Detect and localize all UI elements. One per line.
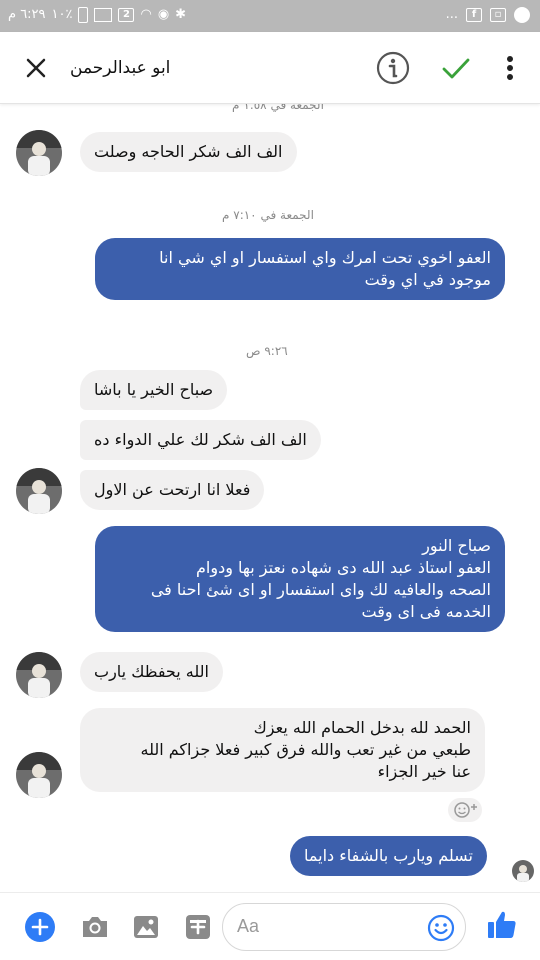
message-input-container[interactable] [222,903,466,951]
message-input[interactable] [237,916,417,937]
message-list[interactable]: الجمعة في ١:٥٨ م الف الف شكر الحاجه وصلت… [0,104,540,892]
message-incoming[interactable]: الحمد لله بدخل الحمام الله يعزك طبعي من … [80,708,485,792]
battery-icon [78,7,89,23]
status-right: ... f ▫ [446,6,530,24]
more-options-button[interactable] [500,52,520,84]
info-button[interactable] [375,50,411,86]
add-reaction-icon [454,802,477,818]
avatar [16,752,62,798]
sim-icon: 2 [118,8,135,22]
camera-icon [83,917,107,937]
message-incoming[interactable]: الله يحفظك يارب [80,652,223,692]
thumbs-up-icon [488,911,516,938]
gallery-button[interactable] [132,913,160,945]
more-actions-button[interactable] [24,911,56,947]
seen-avatar [512,860,534,882]
alarm-icon: ◉ [157,7,170,22]
gallery-icon [134,916,158,938]
close-icon [26,58,46,78]
photo-notification-icon: ▫ [490,8,506,22]
message-incoming[interactable]: الف الف شكر الحاجه وصلت [80,132,297,172]
status-bar: ٦:٢٩ م ١٠٪ 2 ◠ ◉ ✱ ... f ▫ [0,0,540,32]
signal-icon [94,8,113,22]
sticker-button[interactable] [184,913,212,945]
plus-icon [25,912,55,942]
avatar [16,652,62,698]
info-icon [376,51,410,85]
camera-button[interactable] [80,913,110,945]
message-composer [0,892,540,960]
bluetooth-icon: ✱ [175,7,187,22]
message-outgoing[interactable]: تسلم ويارب بالشفاء دايما [290,836,487,876]
messenger-notification-icon [514,7,530,23]
conversation-header: ابو عبدالرحمن [0,32,540,104]
timestamp: الجمعة في ١:٥٨ م [232,104,324,112]
gif-icon [186,915,210,939]
facebook-icon: f [466,8,482,22]
wifi-icon: ◠ [140,7,152,22]
check-icon [442,58,470,79]
message-outgoing[interactable]: العفو اخوي تحت امرك واي استفسار او اي شي… [95,238,505,300]
contact-name: ابو عبدالرحمن [70,58,171,78]
battery-percent: ١٠٪ [51,7,73,22]
more-notifications: ... [445,7,458,22]
close-button[interactable] [22,54,50,82]
status-time: ٦:٢٩ م [8,7,46,22]
like-button[interactable] [486,909,518,945]
avatar [16,468,62,514]
accept-button[interactable] [440,52,472,84]
message-incoming[interactable]: فعلا انا ارتحت عن الاول [80,470,265,510]
status-left: ٦:٢٩ م ١٠٪ 2 ◠ ◉ ✱ [8,6,186,24]
message-incoming[interactable]: الف الف شكر لك علي الدواء ده [80,420,321,460]
timestamp: ٩:٢٦ ص [246,344,288,358]
message-incoming[interactable]: صباح الخير يا باشا [80,370,228,410]
emoji-icon [427,914,455,942]
timestamp: الجمعة في ٧:١٠ م [222,208,314,222]
add-reaction-button[interactable] [448,798,482,822]
message-outgoing[interactable]: صباح النور العفو استاذ عبد الله دى شهاده… [95,526,505,632]
emoji-button[interactable] [427,914,455,946]
more-icon [507,56,513,80]
avatar [16,130,62,176]
